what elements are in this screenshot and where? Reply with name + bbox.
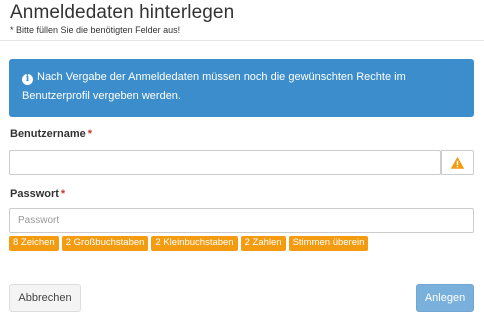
info-alert-text: Nach Vergabe der Anmeldedaten müssen noc…: [22, 71, 406, 102]
username-input[interactable]: [9, 150, 441, 175]
password-required-mark: *: [60, 188, 66, 200]
password-label-text: Passwort: [10, 188, 59, 200]
requirement-badge-uppercase: 2 Großbuchstaben: [61, 236, 149, 251]
requirement-badge-digits: 2 Zahlen: [240, 236, 286, 251]
password-input[interactable]: [9, 208, 474, 233]
password-label: Passwort *: [10, 188, 65, 200]
password-requirements: 8 Zeichen 2 Großbuchstaben 2 Kleinbuchst…: [9, 236, 369, 251]
required-fields-hint: * Bitte füllen Sie die benötigten Felder…: [10, 25, 181, 35]
warning-icon: [451, 156, 464, 169]
submit-button[interactable]: Anlegen: [416, 284, 474, 312]
cancel-button[interactable]: Abbrechen: [9, 284, 81, 312]
dialog-title: Anmeldedaten hinterlegen: [10, 2, 235, 23]
username-status-addon: [441, 150, 474, 175]
requirement-badge-match: Stimmen überein: [288, 236, 369, 251]
header-divider: [0, 40, 484, 41]
username-label: Benutzername *: [10, 128, 92, 140]
info-icon: i: [22, 74, 33, 85]
requirement-badge-lowercase: 2 Kleinbuchstaben: [151, 236, 238, 251]
requirement-badge-length: 8 Zeichen: [9, 236, 59, 251]
username-label-text: Benutzername: [10, 128, 86, 140]
info-alert: i Nach Vergabe der Anmeldedaten müssen no…: [9, 59, 474, 117]
username-required-mark: *: [87, 128, 93, 140]
